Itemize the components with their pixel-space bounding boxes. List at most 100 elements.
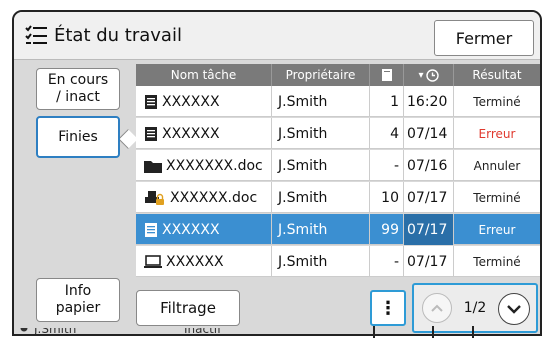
page-up-button[interactable] bbox=[422, 293, 452, 323]
column-header-copies[interactable] bbox=[370, 64, 404, 86]
chevron-down-icon bbox=[507, 304, 521, 314]
cell-result: Terminé bbox=[454, 182, 540, 213]
cell-name-text: XXXXXX bbox=[162, 93, 220, 110]
cell-result: Erreur bbox=[454, 214, 540, 245]
in-progress-tab[interactable]: En cours / inact bbox=[36, 68, 120, 110]
cell-name-text: XXXXXX.doc bbox=[170, 189, 258, 206]
job-status-screen: État du travail Fermer En cours / inact … bbox=[12, 10, 542, 336]
cell-time-text: 16:20 bbox=[407, 93, 448, 110]
page-down-button[interactable] bbox=[498, 293, 530, 325]
cell-copies: 10 bbox=[370, 182, 404, 213]
cell-name-text: XXXXXXX.doc bbox=[166, 157, 263, 174]
cell-name: XXXXXX bbox=[136, 214, 272, 245]
cell-time-text: 07/17 bbox=[407, 189, 448, 206]
user-icon bbox=[20, 328, 28, 332]
cell-copies-text: 99 bbox=[381, 221, 399, 238]
cell-owner-text: J.Smith bbox=[278, 125, 328, 142]
table-row[interactable]: XXXXXX J.Smith 1 16:20 Terminé bbox=[136, 86, 540, 117]
document-icon bbox=[144, 126, 158, 142]
printer-lock-icon bbox=[144, 190, 166, 206]
cell-time-text: 07/17 bbox=[407, 253, 448, 270]
cell-owner-text: J.Smith bbox=[278, 221, 328, 238]
status-user: J.Smith bbox=[34, 328, 77, 336]
cell-copies: 1 bbox=[370, 86, 404, 117]
cell-owner-text: J.Smith bbox=[278, 157, 328, 174]
table-row[interactable]: XXXXXX J.Smith 99 07/17 Erreur bbox=[136, 214, 540, 245]
cell-name-text: XXXXXX bbox=[162, 221, 220, 238]
table-row[interactable]: XXXXXX J.Smith 4 07/14 Erreur bbox=[136, 118, 540, 149]
cell-result: Annuler bbox=[454, 150, 540, 181]
cell-name: XXXXXX bbox=[136, 118, 272, 149]
cell-name: XXXXXX bbox=[136, 246, 272, 277]
column-header-time[interactable]: ▾ bbox=[404, 64, 454, 86]
paper-info-button[interactable]: Info papier bbox=[36, 278, 120, 322]
filter-button[interactable]: Filtrage bbox=[136, 290, 240, 326]
cell-copies-text: 4 bbox=[390, 125, 399, 142]
cell-time: 07/14 bbox=[404, 118, 454, 149]
more-options-button[interactable]: ⋮ bbox=[370, 290, 406, 326]
page-title: État du travail bbox=[54, 25, 182, 46]
cell-owner: J.Smith bbox=[272, 150, 370, 181]
cell-copies-text: - bbox=[393, 253, 399, 270]
monitor-icon bbox=[144, 254, 162, 269]
cell-name-text: XXXXXX bbox=[166, 253, 224, 270]
title-bar: État du travail Fermer bbox=[14, 12, 540, 60]
cell-result-text: Erreur bbox=[478, 126, 516, 141]
clock-icon bbox=[425, 68, 439, 82]
document-icon bbox=[144, 222, 158, 238]
cell-owner: J.Smith bbox=[272, 182, 370, 213]
cell-name: XXXXXX bbox=[136, 86, 272, 117]
page-indicator: 1/2 bbox=[463, 300, 487, 316]
cell-copies-text: - bbox=[393, 157, 399, 174]
cell-copies-text: 10 bbox=[381, 189, 399, 206]
cell-result-text: Annuler bbox=[473, 158, 521, 173]
cell-owner-text: J.Smith bbox=[278, 189, 328, 206]
job-table: Nom tâche Propriétaire ▾ Résultat XXXXXX… bbox=[136, 64, 540, 288]
status-bar: J.Smith Inactif bbox=[14, 328, 540, 336]
cell-result-text: Terminé bbox=[473, 254, 521, 269]
copies-icon bbox=[381, 69, 392, 81]
folder-icon bbox=[144, 159, 162, 173]
cell-owner-text: J.Smith bbox=[278, 93, 328, 110]
column-header-owner[interactable]: Propriétaire bbox=[272, 64, 370, 86]
column-header-result[interactable]: Résultat bbox=[454, 64, 540, 86]
selection-pointer bbox=[118, 129, 138, 149]
document-icon bbox=[144, 94, 158, 110]
close-button[interactable]: Fermer bbox=[434, 20, 534, 56]
column-header-name[interactable]: Nom tâche bbox=[136, 64, 272, 86]
cell-result: Erreur bbox=[454, 118, 540, 149]
cell-time: 16:20 bbox=[404, 86, 454, 117]
cell-result-text: Terminé bbox=[473, 94, 521, 109]
chevron-up-icon bbox=[431, 304, 443, 312]
cell-result: Terminé bbox=[454, 246, 540, 277]
table-header: Nom tâche Propriétaire ▾ Résultat bbox=[136, 64, 540, 86]
cell-name: XXXXXXX.doc bbox=[136, 150, 272, 181]
table-row[interactable]: XXXXXX.doc J.Smith 10 07/17 Terminé bbox=[136, 182, 540, 213]
cell-time-text: 07/16 bbox=[407, 157, 448, 174]
cell-owner-text: J.Smith bbox=[278, 253, 328, 270]
pagination-control: 1/2 bbox=[412, 283, 538, 333]
cell-owner: J.Smith bbox=[272, 118, 370, 149]
cell-name-text: XXXXXX bbox=[162, 125, 220, 142]
cell-result-text: Terminé bbox=[473, 190, 521, 205]
cell-copies-text: 1 bbox=[390, 93, 399, 110]
sort-desc-icon: ▾ bbox=[418, 69, 424, 81]
cell-time: 07/17 bbox=[404, 246, 454, 277]
callout-line-pager-right bbox=[472, 326, 474, 338]
cell-copies: - bbox=[370, 150, 404, 181]
callout-line-more bbox=[373, 326, 375, 338]
cell-result: Terminé bbox=[454, 86, 540, 117]
table-row[interactable]: XXXXXXX.doc J.Smith -07/16 Annuler bbox=[136, 150, 540, 181]
table-row[interactable]: XXXXXX J.Smith -07/17 Terminé bbox=[136, 246, 540, 277]
cell-time-text: 07/14 bbox=[407, 125, 448, 142]
finished-tab[interactable]: Finies bbox=[36, 116, 120, 158]
cell-time-text: 07/17 bbox=[407, 221, 448, 238]
cell-copies: 99 bbox=[370, 214, 404, 245]
cell-time: 07/17 bbox=[404, 182, 454, 213]
cell-owner: J.Smith bbox=[272, 246, 370, 277]
cell-time: 07/17 bbox=[404, 214, 454, 245]
cell-name: XXXXXX.doc bbox=[136, 182, 272, 213]
cell-time: 07/16 bbox=[404, 150, 454, 181]
cell-result-text: Erreur bbox=[478, 222, 516, 237]
job-list-icon bbox=[25, 25, 47, 44]
